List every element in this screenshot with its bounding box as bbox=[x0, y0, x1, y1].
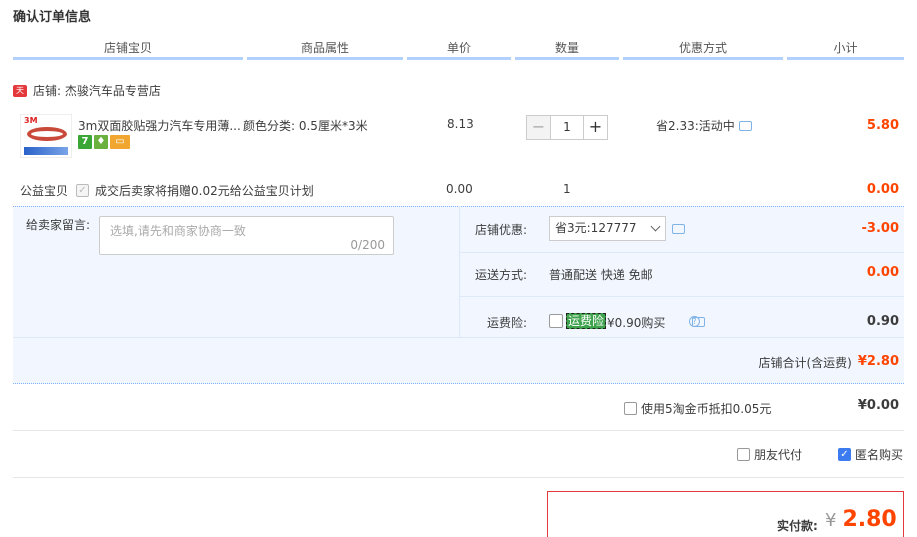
coin-checkbox[interactable] bbox=[624, 402, 637, 415]
coin-label: 使用5淘金币抵扣0.05元 bbox=[641, 402, 772, 416]
message-placeholder: 选填,请先和商家协商一致 bbox=[110, 224, 246, 238]
product-name-link[interactable]: 3m双面胶贴强力汽车专用薄... bbox=[78, 117, 241, 134]
store-total-label: 店铺合计(含运费) bbox=[758, 356, 852, 370]
message-textarea[interactable]: 选填,请先和商家协商一致 0/200 bbox=[99, 216, 394, 255]
product-attribute: 颜色分类: 0.5厘米*3米 bbox=[243, 119, 368, 133]
product-thumbnail[interactable]: 3M bbox=[20, 114, 72, 158]
shop-row: 天猫 店铺: 杰骏汽车品专营店 bbox=[13, 82, 161, 107]
coin-value: ¥0.00 bbox=[857, 398, 899, 413]
charity-text: 成交后卖家将捐赠0.02元给公益宝贝计划 bbox=[95, 184, 314, 198]
charity-checkbox: ✓ bbox=[76, 184, 89, 197]
shipping-label: 运送方式: bbox=[475, 268, 528, 282]
divider bbox=[459, 206, 460, 337]
service-badges: 7 ♦ ▭ bbox=[78, 135, 130, 149]
discount-select[interactable]: 省3元:127777 bbox=[549, 216, 666, 241]
shipping-amount: 0.00 bbox=[866, 265, 899, 280]
chevron-down-icon bbox=[650, 221, 661, 232]
tmall-icon: 天猫 bbox=[13, 84, 27, 107]
divider bbox=[459, 296, 904, 297]
item-subtotal: 5.80 bbox=[866, 118, 899, 133]
payment-amount: ¥2.80 bbox=[825, 507, 897, 532]
insurance-checkbox[interactable] bbox=[549, 314, 563, 328]
friend-pay-checkbox[interactable] bbox=[737, 448, 750, 461]
promotion: 省2.33:活动中 bbox=[656, 117, 752, 134]
unit-price: 8.13 bbox=[447, 117, 474, 131]
quantity-stepper: − 1 + bbox=[526, 115, 608, 140]
friend-pay-label: 朋友代付 bbox=[754, 448, 803, 462]
currency-symbol: ¥ bbox=[825, 510, 837, 531]
help-icon[interactable]: ? bbox=[689, 316, 700, 327]
friend-pay-option: 朋友代付 bbox=[737, 446, 802, 463]
payment-label: 实付款: bbox=[777, 519, 818, 533]
discount-label: 店铺优惠: bbox=[475, 223, 528, 237]
message-label: 给卖家留言: bbox=[26, 218, 91, 232]
page-title: 确认订单信息 bbox=[13, 10, 92, 25]
credit-card-icon: ▭ bbox=[110, 135, 130, 149]
discount-amount: -3.00 bbox=[861, 221, 899, 236]
store-total-value: ¥2.80 bbox=[857, 354, 899, 369]
divider bbox=[13, 430, 904, 431]
promotion-text: 省2.33:活动中 bbox=[656, 119, 735, 133]
comment-icon[interactable] bbox=[738, 120, 752, 131]
table-header: 店铺宝贝 商品属性 单价 数量 优惠方式 小计 bbox=[13, 38, 904, 60]
shipping-method: 普通配送 快递 免邮 bbox=[549, 268, 653, 282]
anonymous-option: ✓ 匿名购买 bbox=[838, 446, 903, 463]
shop-name[interactable]: 店铺: 杰骏汽车品专营店 bbox=[33, 82, 161, 99]
coin-row: 使用5淘金币抵扣0.05元 bbox=[624, 400, 771, 417]
divider bbox=[13, 477, 904, 478]
column-header: 商品属性 bbox=[247, 38, 403, 60]
seven-day-return-icon: 7 bbox=[78, 135, 92, 149]
increase-button[interactable]: + bbox=[583, 115, 608, 140]
divider bbox=[459, 252, 904, 253]
column-header: 小计 bbox=[787, 38, 904, 60]
guarantee-icon: ♦ bbox=[94, 135, 108, 149]
charity-info: ✓ 成交后卖家将捐赠0.02元给公益宝贝计划 bbox=[76, 182, 314, 199]
anonymous-checkbox[interactable]: ✓ bbox=[838, 448, 851, 461]
insurance-amount: 0.90 bbox=[866, 314, 899, 329]
column-header: 单价 bbox=[407, 38, 511, 60]
insurance-price: ¥0.90购买 bbox=[607, 316, 666, 330]
charity-price: 0.00 bbox=[446, 182, 473, 196]
insurance-tag: 运费险 bbox=[566, 313, 607, 329]
comment-icon[interactable] bbox=[672, 224, 685, 234]
column-header: 数量 bbox=[515, 38, 619, 60]
quantity-input[interactable]: 1 bbox=[551, 115, 583, 140]
payment-value: 2.80 bbox=[842, 507, 897, 532]
divider bbox=[13, 337, 904, 338]
decrease-button[interactable]: − bbox=[526, 115, 551, 140]
column-header: 优惠方式 bbox=[623, 38, 783, 60]
anonymous-label: 匿名购买 bbox=[855, 448, 904, 462]
charity-label: 公益宝贝 bbox=[20, 184, 69, 198]
message-counter: 0/200 bbox=[350, 238, 385, 252]
store-total: 店铺合计(含运费) ¥2.80 bbox=[759, 354, 900, 371]
discount-selected: 省3元:127777 bbox=[555, 221, 637, 235]
column-header: 店铺宝贝 bbox=[13, 38, 243, 60]
charity-qty: 1 bbox=[563, 182, 571, 196]
charity-subtotal: 0.00 bbox=[866, 182, 899, 197]
insurance-label: 运费险: bbox=[487, 316, 528, 330]
